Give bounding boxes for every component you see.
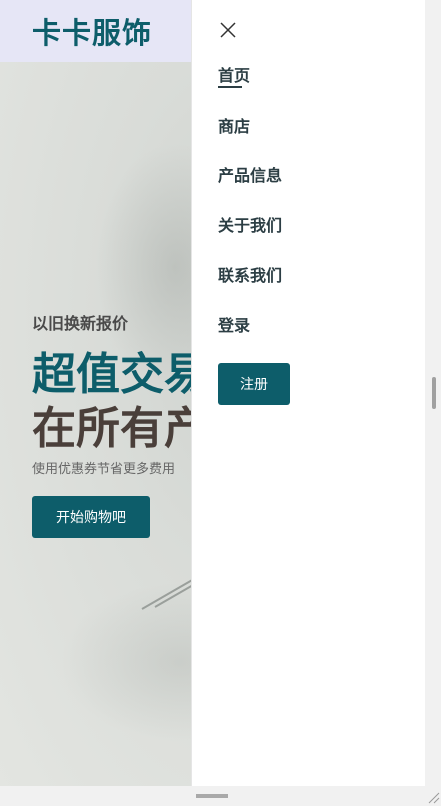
start-shopping-button[interactable]: 开始购物吧 (32, 496, 150, 538)
horizontal-resize-handle[interactable] (196, 794, 228, 798)
hero-subtitle: 以旧换新报价 (32, 314, 129, 333)
nav-item-product-info[interactable]: 产品信息 (218, 162, 282, 186)
nav-item-contact-us[interactable]: 联系我们 (218, 262, 282, 286)
nav-item-about-us[interactable]: 关于我们 (218, 212, 282, 236)
hero-description: 使用优惠券节省更多费用 (32, 462, 176, 477)
brand-logo[interactable]: 卡卡服饰 (32, 10, 152, 52)
nav-item-login[interactable]: 登录 (218, 312, 250, 336)
nav-item-home[interactable]: 首页 (218, 62, 250, 88)
resize-grip-icon[interactable] (426, 790, 440, 804)
nav-item-shop[interactable]: 商店 (218, 113, 250, 137)
vertical-resize-handle[interactable] (432, 377, 436, 409)
register-button[interactable]: 注册 (218, 363, 290, 405)
close-icon[interactable] (218, 20, 238, 40)
